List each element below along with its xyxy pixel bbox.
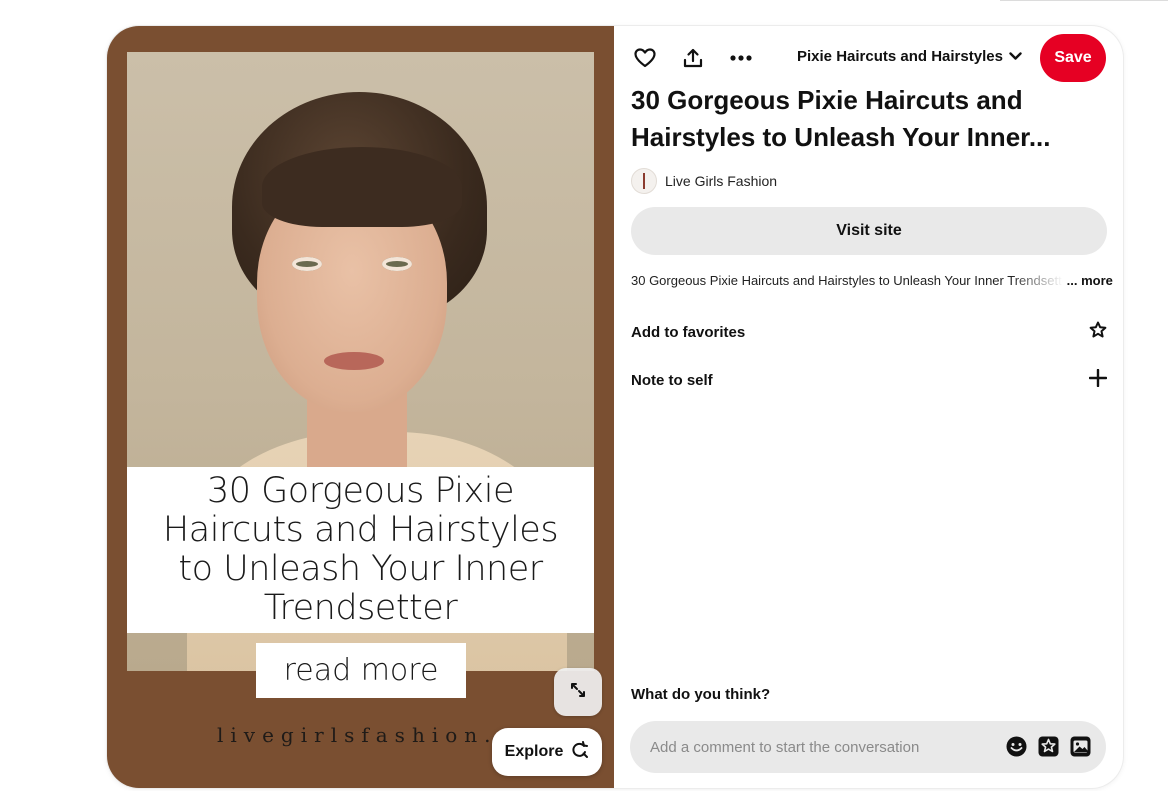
add-to-favorites-row[interactable]: Add to favorites — [631, 320, 1107, 344]
sticker-icon[interactable] — [1037, 735, 1060, 758]
pin-closeup-card: 30 Gorgeous Pixie Haircuts and Hairstyle… — [107, 26, 1123, 788]
expand-image-button[interactable] — [554, 668, 602, 716]
heart-icon[interactable] — [633, 46, 657, 70]
pin-description: 30 Gorgeous Pixie Haircuts and Hairstyle… — [631, 273, 1121, 291]
explore-button[interactable]: Explore — [492, 728, 602, 776]
explore-search-icon — [571, 740, 589, 764]
board-name: Pixie Haircuts and Hairstyles — [797, 48, 1003, 65]
chevron-down-icon — [1009, 48, 1022, 65]
image-icon[interactable] — [1069, 735, 1092, 758]
save-button[interactable]: Save — [1040, 34, 1106, 82]
expand-icon — [569, 681, 587, 704]
add-to-favorites-label: Add to favorites — [631, 323, 746, 341]
emoji-icon[interactable] — [1005, 735, 1028, 758]
pin-title: 30 Gorgeous Pixie Haircuts and Hairstyle… — [631, 85, 1051, 152]
pin-description-text: 30 Gorgeous Pixie Haircuts and Hairstyle… — [631, 273, 1063, 288]
image-overlay-title-text: 30 Gorgeous Pixie Haircuts and Hairstyle… — [162, 471, 559, 628]
more-link[interactable]: ... more — [1067, 273, 1113, 288]
note-to-self-row[interactable]: Note to self — [631, 368, 1108, 392]
author-link[interactable]: Live Girls Fashion — [631, 168, 777, 194]
pin-detail-panel: Pixie Haircuts and Hairstyles Save 30 Go… — [614, 26, 1123, 788]
author-avatar — [631, 168, 657, 194]
plus-icon[interactable] — [1088, 368, 1108, 391]
share-icon[interactable] — [681, 46, 705, 70]
image-read-more-label: read more — [256, 643, 466, 698]
author-name: Live Girls Fashion — [665, 173, 778, 189]
explore-label: Explore — [504, 743, 564, 760]
pin-media[interactable]: 30 Gorgeous Pixie Haircuts and Hairstyle… — [107, 26, 614, 788]
more-options-icon[interactable] — [729, 46, 753, 70]
visit-site-button[interactable]: Visit site — [631, 207, 1107, 255]
board-select-dropdown[interactable]: Pixie Haircuts and Hairstyles — [797, 48, 1022, 65]
comments-heading: What do you think? — [631, 686, 771, 703]
note-to-self-label: Note to self — [631, 371, 713, 389]
comment-box[interactable] — [630, 721, 1106, 773]
top-hairline — [1000, 0, 1168, 1]
comment-input[interactable] — [648, 737, 992, 757]
image-overlay-title: 30 Gorgeous Pixie Haircuts and Hairstyle… — [127, 467, 594, 633]
star-icon[interactable] — [1089, 321, 1107, 343]
